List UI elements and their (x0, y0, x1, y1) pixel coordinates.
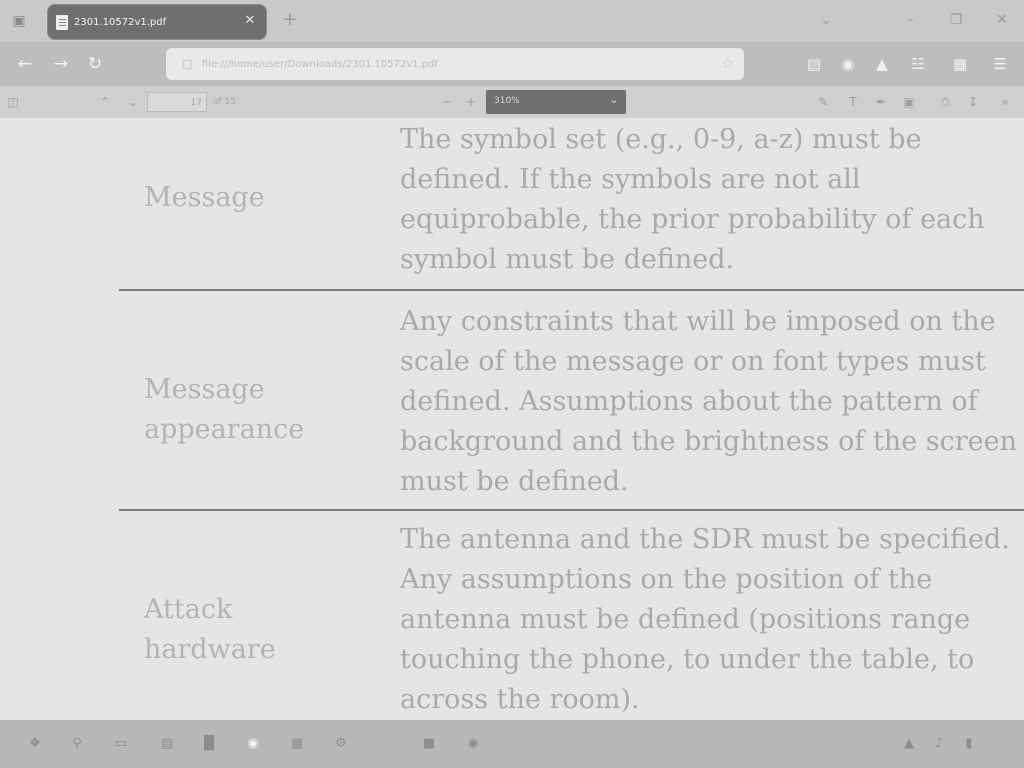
zoom-select[interactable]: 310% ⌄ (486, 90, 626, 114)
library-icon[interactable]: ▦ (950, 54, 970, 74)
label-line: Message (144, 182, 265, 213)
save-icon[interactable]: ↧ (964, 93, 982, 111)
pdf-file-icon (56, 14, 68, 30)
print-icon[interactable]: ⎙ (936, 93, 954, 111)
task-view-icon[interactable]: ▭ (112, 735, 130, 753)
taskbar: ❖ ⚲ ▭ ▤ █ ◉ ▦ ⚙ ■ ◉ ▲ ♪ ▮ (0, 720, 1024, 768)
text-line: defined. Assumptions about the pattern o… (400, 386, 978, 417)
label-line: hardware (144, 634, 276, 665)
row-description: The symbol set (e.g., 0-9, a-z) must be … (400, 120, 1024, 280)
text-line: must be defined. (400, 466, 629, 497)
start-icon[interactable]: ❖ (26, 735, 44, 753)
settings-icon[interactable]: ⚙ (332, 735, 350, 753)
window-close-icon[interactable]: ✕ (992, 12, 1012, 28)
chevron-down-icon[interactable]: ⌄ (816, 12, 836, 28)
pdf-toolbar: ◫ ⌃ ⌄ 17 of 15 − + 310% ⌄ ✎ T ✒ ▣ ⎙ ↧ » (0, 86, 1024, 118)
row-label: Message (144, 178, 384, 218)
text-line: The symbol set (e.g., 0-9, a-z) must be (400, 124, 922, 155)
label-line: Attack (144, 594, 233, 625)
minus-icon[interactable]: − (438, 93, 456, 111)
account-icon[interactable]: ◉ (838, 54, 858, 74)
table-divider (119, 289, 1024, 291)
plus-icon[interactable]: + (462, 93, 480, 111)
volume-icon[interactable]: ♪ (930, 735, 948, 753)
text-line: equiprobable, the prior probability of e… (400, 204, 985, 235)
row-description: Any constraints that will be imposed on … (400, 302, 1024, 502)
files-icon[interactable]: ▤ (158, 735, 176, 753)
sidebar-toggle-icon[interactable]: ◫ (4, 93, 22, 111)
more-icon[interactable]: » (996, 93, 1014, 111)
text-line: background and the brightness of the scr… (400, 426, 1017, 457)
text-line: scale of the message or on font types mu… (400, 346, 986, 377)
draw-icon[interactable]: ✒ (872, 93, 890, 111)
pdf-page: Message The symbol set (e.g., 0-9, a-z) … (0, 118, 1024, 720)
page-total: of 15 (213, 97, 236, 107)
text-line: antenna must be defined (positions range (400, 604, 971, 635)
star-icon[interactable]: ☆ (721, 56, 734, 72)
label-line: appearance (144, 414, 305, 445)
text-line: Any constraints that will be imposed on … (400, 306, 996, 337)
pocket-icon[interactable]: ▤ (804, 54, 824, 74)
text-line: across the room). (400, 684, 640, 715)
row-label: Attack hardware (144, 590, 384, 670)
reload-icon[interactable]: ↻ (84, 53, 106, 75)
tab-active[interactable]: 2301.10572v1.pdf ✕ (48, 5, 266, 39)
extensions-icon[interactable]: ▲ (872, 54, 892, 74)
image-icon[interactable]: ▣ (900, 93, 918, 111)
highlight-icon[interactable]: ✎ (814, 93, 832, 111)
label-line: Message (144, 374, 265, 405)
table-divider (119, 509, 1024, 511)
browser-icon[interactable]: ◉ (244, 735, 262, 753)
minimize-icon[interactable]: – (900, 12, 920, 28)
search-icon[interactable]: ⚲ (68, 735, 86, 753)
forward-arrow-icon[interactable]: → (50, 53, 72, 75)
app-icon[interactable]: ◉ (464, 735, 482, 753)
back-arrow-icon[interactable]: ← (14, 53, 36, 75)
tab-title: 2301.10572v1.pdf (74, 16, 167, 28)
chevron-up-icon[interactable]: ⌃ (96, 93, 114, 111)
url-bar[interactable]: □ file:///home/user/Downloads/2301.10572… (166, 48, 744, 80)
document-icon[interactable]: ▦ (288, 735, 306, 753)
row-description: The antenna and the SDR must be specifie… (400, 520, 1024, 720)
zoom-value: 310% (494, 96, 520, 106)
menu-icon[interactable]: ☰ (990, 54, 1010, 74)
tab-strip: ▣ 2301.10572v1.pdf ✕ + ⌄ – ❐ ✕ (0, 0, 1024, 42)
tab-list-icon[interactable]: ▣ (8, 10, 30, 32)
text-line: Any assumptions on the position of the (400, 564, 933, 595)
url-text[interactable]: file:///home/user/Downloads/2301.10572v1… (202, 59, 438, 70)
chevron-down-icon[interactable]: ⌄ (124, 93, 142, 111)
row-label: Message appearance (144, 370, 384, 450)
file-icon: □ (181, 57, 193, 70)
terminal-icon[interactable]: █ (200, 735, 218, 753)
text-line: The antenna and the SDR must be specifie… (400, 524, 1010, 555)
downloads-icon[interactable]: ☳ (908, 54, 928, 74)
text-icon[interactable]: T (844, 93, 862, 111)
close-icon[interactable]: ✕ (242, 13, 258, 29)
navigation-bar: ← → ↻ □ file:///home/user/Downloads/2301… (0, 42, 1024, 86)
network-icon[interactable]: ▲ (900, 735, 918, 753)
battery-icon[interactable]: ▮ (960, 735, 978, 753)
chevron-down-icon: ⌄ (609, 95, 618, 106)
text-line: symbol must be defined. (400, 244, 735, 275)
page-number-input[interactable]: 17 (147, 92, 207, 112)
browser-window: ▣ 2301.10572v1.pdf ✕ + ⌄ – ❐ ✕ ← → ↻ □ f… (0, 0, 1024, 768)
text-line: touching the phone, to under the table, … (400, 644, 975, 675)
restore-icon[interactable]: ❐ (946, 12, 966, 28)
text-line: defined. If the symbols are not all (400, 164, 861, 195)
plus-icon[interactable]: + (280, 11, 300, 31)
app-icon[interactable]: ■ (420, 735, 438, 753)
